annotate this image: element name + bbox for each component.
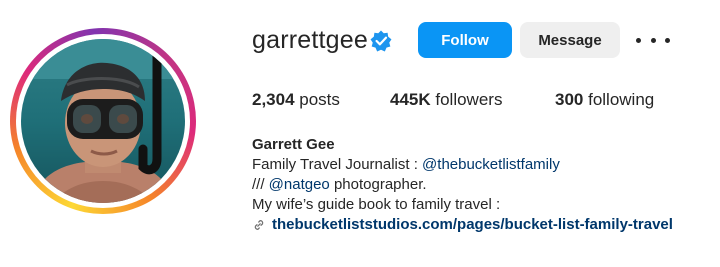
mention-link-thebucketlistfamily[interactable]: @thebucketlistfamily bbox=[422, 156, 560, 173]
follow-button[interactable]: Follow bbox=[418, 22, 512, 58]
bio-text: photographer. bbox=[329, 176, 427, 193]
bio-line-3: My wife’s guide book to family travel : bbox=[252, 196, 501, 213]
following-stat[interactable]: 300 following bbox=[555, 90, 654, 110]
bio-line-1: Family Travel Journalist : @thebucketlis… bbox=[252, 156, 560, 173]
bio-text: /// bbox=[252, 176, 269, 193]
more-dot bbox=[636, 37, 641, 43]
message-button[interactable]: Message bbox=[520, 22, 620, 58]
bio-external-link[interactable]: thebucketliststudios.com/pages/bucket-li… bbox=[252, 216, 673, 233]
avatar-photo bbox=[21, 39, 185, 203]
posts-stat: 2,304 posts bbox=[252, 90, 340, 110]
avatar[interactable] bbox=[21, 39, 185, 203]
following-count: 300 bbox=[555, 90, 584, 109]
following-label: following bbox=[583, 90, 655, 109]
more-dot bbox=[665, 37, 670, 43]
verified-badge-icon bbox=[370, 30, 392, 52]
mention-link-natgeo[interactable]: @natgeo bbox=[269, 176, 330, 193]
bio-text: Family Travel Journalist : bbox=[252, 156, 423, 173]
profile-avatar-ring[interactable] bbox=[10, 28, 196, 214]
posts-count: 2,304 bbox=[252, 90, 295, 109]
link-icon bbox=[254, 219, 264, 230]
bio-link-text[interactable]: thebucketliststudios.com/pages/bucket-li… bbox=[272, 216, 673, 233]
followers-stat[interactable]: 445K followers bbox=[390, 90, 502, 110]
avatar-ring-gap bbox=[16, 34, 190, 208]
more-dot bbox=[650, 37, 656, 43]
followers-count: 445K bbox=[390, 90, 431, 109]
full-name: Garrett Gee bbox=[252, 136, 335, 153]
followers-label: followers bbox=[430, 90, 503, 109]
bio-line-2: /// @natgeo photographer. bbox=[252, 176, 427, 193]
more-options-icon[interactable] bbox=[636, 28, 670, 52]
posts-label: posts bbox=[294, 90, 340, 109]
username: garrettgee bbox=[252, 26, 368, 54]
